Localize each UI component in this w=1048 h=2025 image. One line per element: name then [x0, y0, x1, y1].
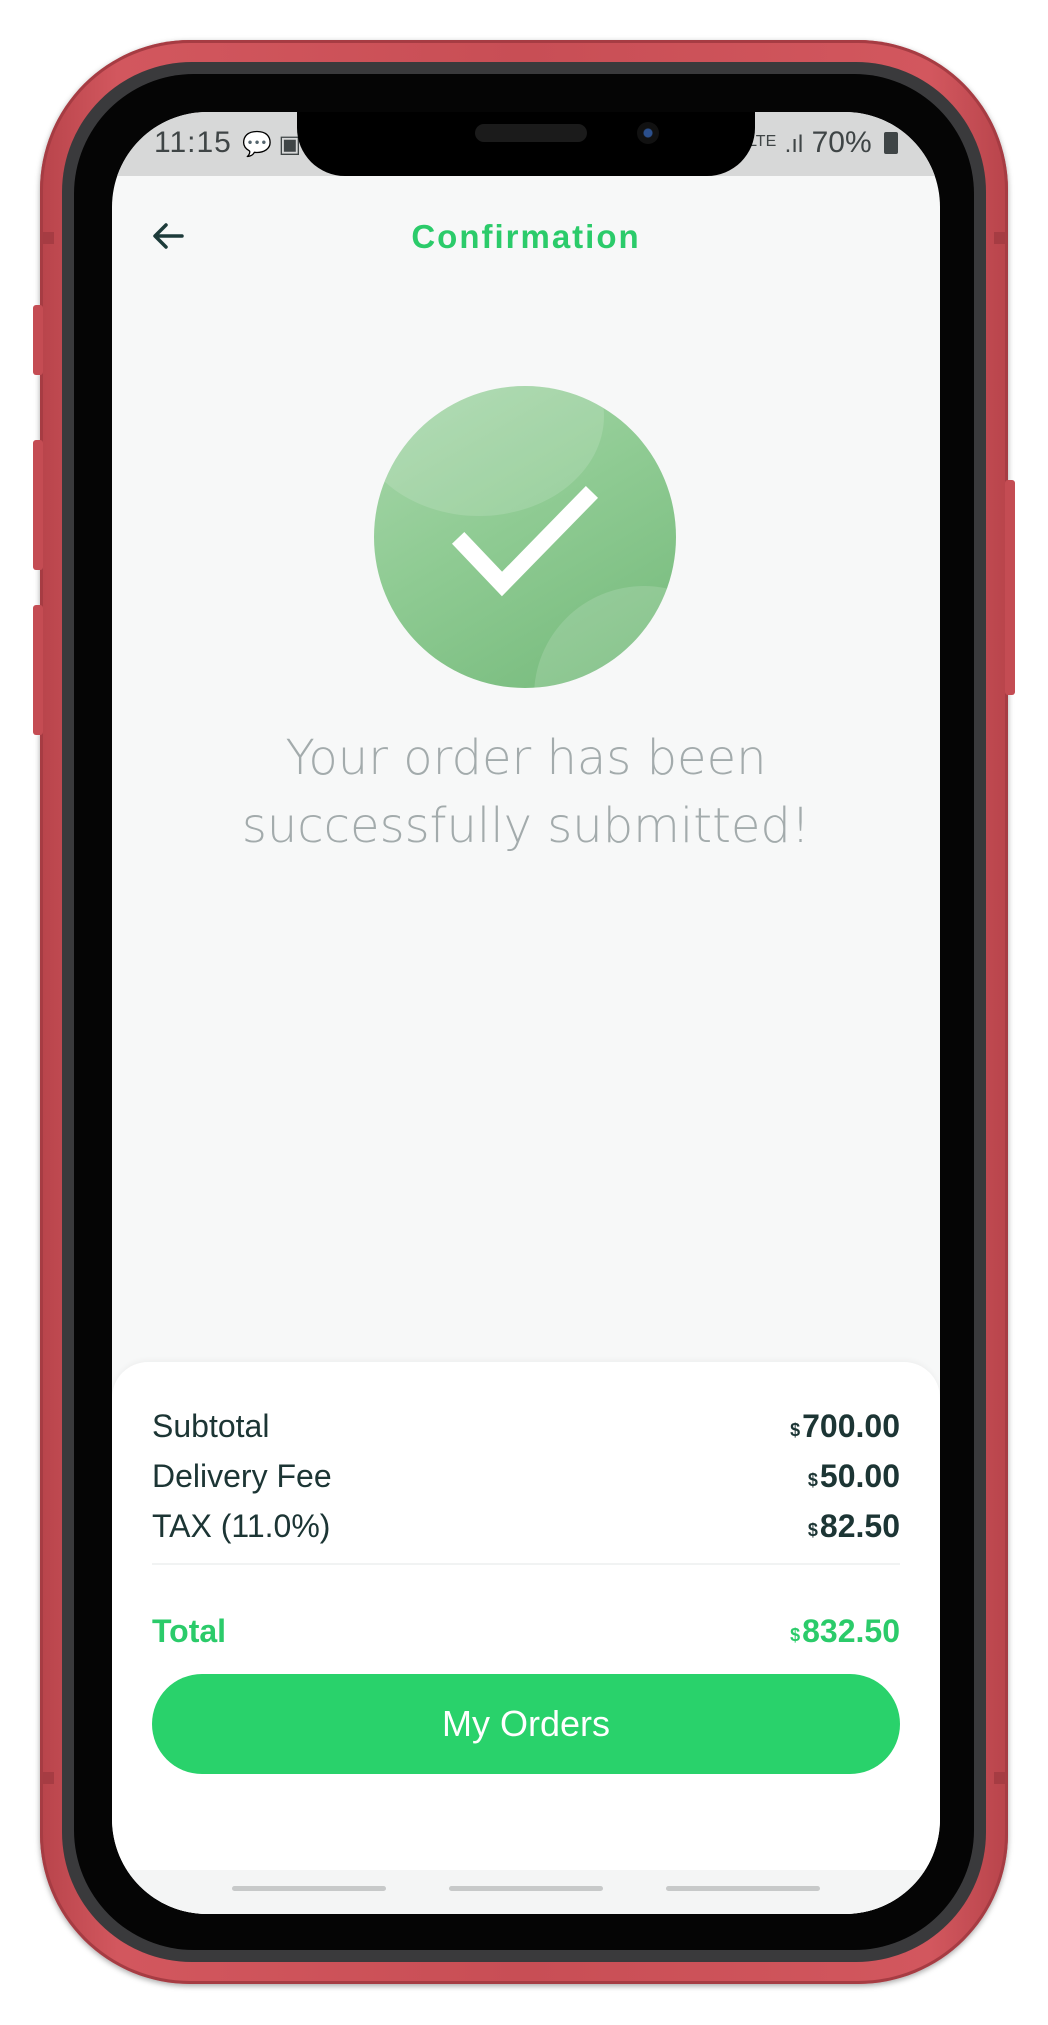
page-title: Confirmation: [411, 218, 641, 255]
currency-symbol: $: [807, 1520, 818, 1540]
tax-amount: 82.50: [819, 1508, 900, 1544]
antenna-band: [994, 232, 1008, 244]
antenna-band: [40, 232, 54, 244]
app-header: Confirmation: [112, 176, 940, 296]
delivery-fee-label: Delivery Fee: [152, 1458, 332, 1494]
nav-home-button[interactable]: [449, 1886, 603, 1891]
volume-up-button: [33, 440, 43, 570]
phone-screen: 11:15 💬 ▣ LTE .ıl 70% Confirmation Your …: [112, 112, 940, 1914]
total-row: Total $832.50: [152, 1613, 900, 1657]
tax-value: $82.50: [808, 1508, 900, 1545]
total-value: $832.50: [790, 1613, 900, 1650]
battery-icon: [884, 132, 898, 154]
nav-back-button[interactable]: [666, 1886, 820, 1891]
subtotal-label: Subtotal: [152, 1408, 270, 1444]
battery-percent: 70%: [811, 126, 872, 159]
power-button: [1005, 480, 1015, 695]
status-time: 11:15: [154, 126, 232, 159]
total-amount: 832.50: [802, 1613, 900, 1649]
status-right-group: LTE .ıl 70%: [748, 126, 898, 160]
system-nav-bar: [112, 1870, 940, 1914]
checkmark-circle-icon: [374, 386, 676, 688]
mute-switch: [33, 305, 43, 375]
subtotal-amount: 700.00: [802, 1408, 900, 1444]
checkmark-icon: [451, 485, 599, 597]
camera-notch: [297, 112, 755, 176]
volume-down-button: [33, 605, 43, 735]
notification-icons: 💬 ▣: [242, 131, 302, 158]
currency-symbol: $: [790, 1420, 801, 1440]
antenna-band: [994, 1772, 1008, 1784]
nav-recents-button[interactable]: [232, 1886, 386, 1891]
subtotal-row: Subtotal $700.00: [152, 1408, 900, 1452]
antenna-band: [40, 1772, 54, 1784]
delivery-fee-amount: 50.00: [819, 1458, 900, 1494]
success-message: Your order has been successfully submitt…: [241, 730, 811, 854]
summary-divider: [152, 1563, 900, 1565]
order-summary-card: Subtotal $700.00 Delivery Fee $50.00 TAX…: [112, 1362, 940, 1914]
signal-icon: .ıl: [784, 131, 804, 158]
subtotal-value: $700.00: [790, 1408, 900, 1445]
earpiece-speaker: [475, 124, 587, 142]
tax-label: TAX (11.0%): [152, 1508, 331, 1544]
currency-symbol: $: [807, 1470, 818, 1490]
my-orders-button[interactable]: My Orders: [152, 1674, 900, 1774]
total-label: Total: [152, 1613, 227, 1649]
front-camera: [637, 122, 659, 144]
currency-symbol: $: [790, 1625, 801, 1645]
delivery-fee-row: Delivery Fee $50.00: [152, 1458, 900, 1502]
delivery-fee-value: $50.00: [808, 1458, 900, 1495]
tax-row: TAX (11.0%) $82.50: [152, 1508, 900, 1552]
